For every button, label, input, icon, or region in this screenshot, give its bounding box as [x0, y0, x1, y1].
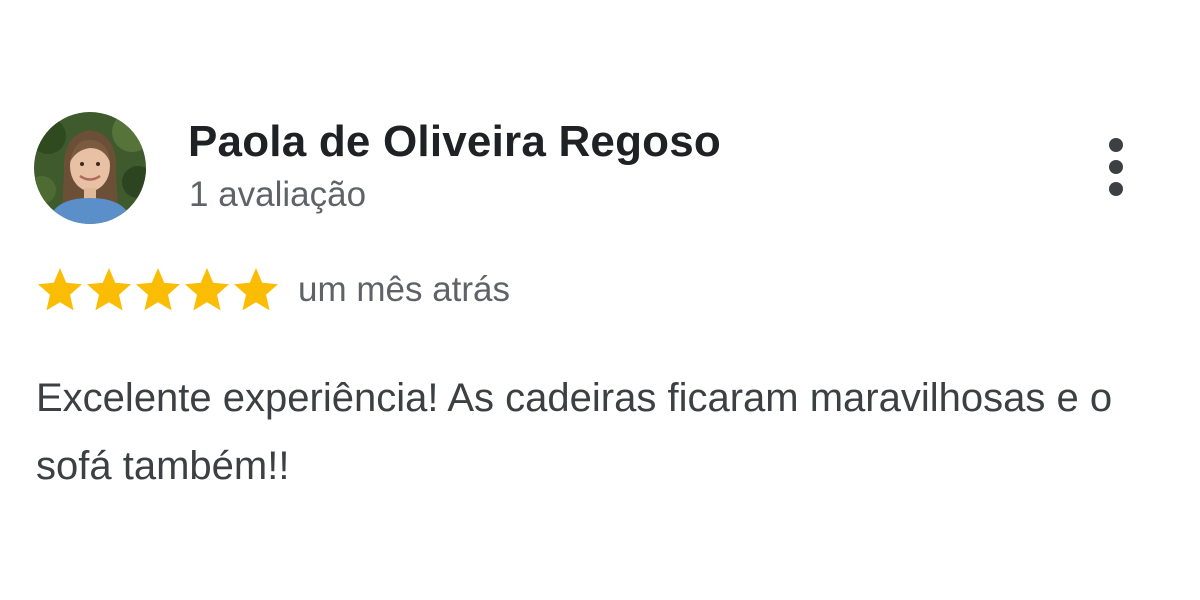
star-rating: [36, 266, 281, 312]
more-vert-icon: [1109, 138, 1123, 152]
star-icon: [85, 266, 133, 312]
more-options-button[interactable]: [1094, 132, 1138, 202]
review-time: um mês atrás: [298, 270, 510, 309]
avatar-photo: [34, 112, 146, 224]
avatar[interactable]: [34, 112, 146, 224]
author-review-count[interactable]: 1 avaliação: [189, 175, 366, 215]
star-icon: [134, 266, 182, 312]
star-icon: [232, 266, 280, 312]
star-icon: [183, 266, 231, 312]
review-card: Paola de Oliveira Regoso 1 avaliação um …: [0, 0, 1200, 600]
star-icon: [36, 266, 84, 312]
review-text: Excelente experiência! As cadeiras ficar…: [36, 376, 1113, 488]
author-name[interactable]: Paola de Oliveira Regoso: [188, 117, 721, 167]
